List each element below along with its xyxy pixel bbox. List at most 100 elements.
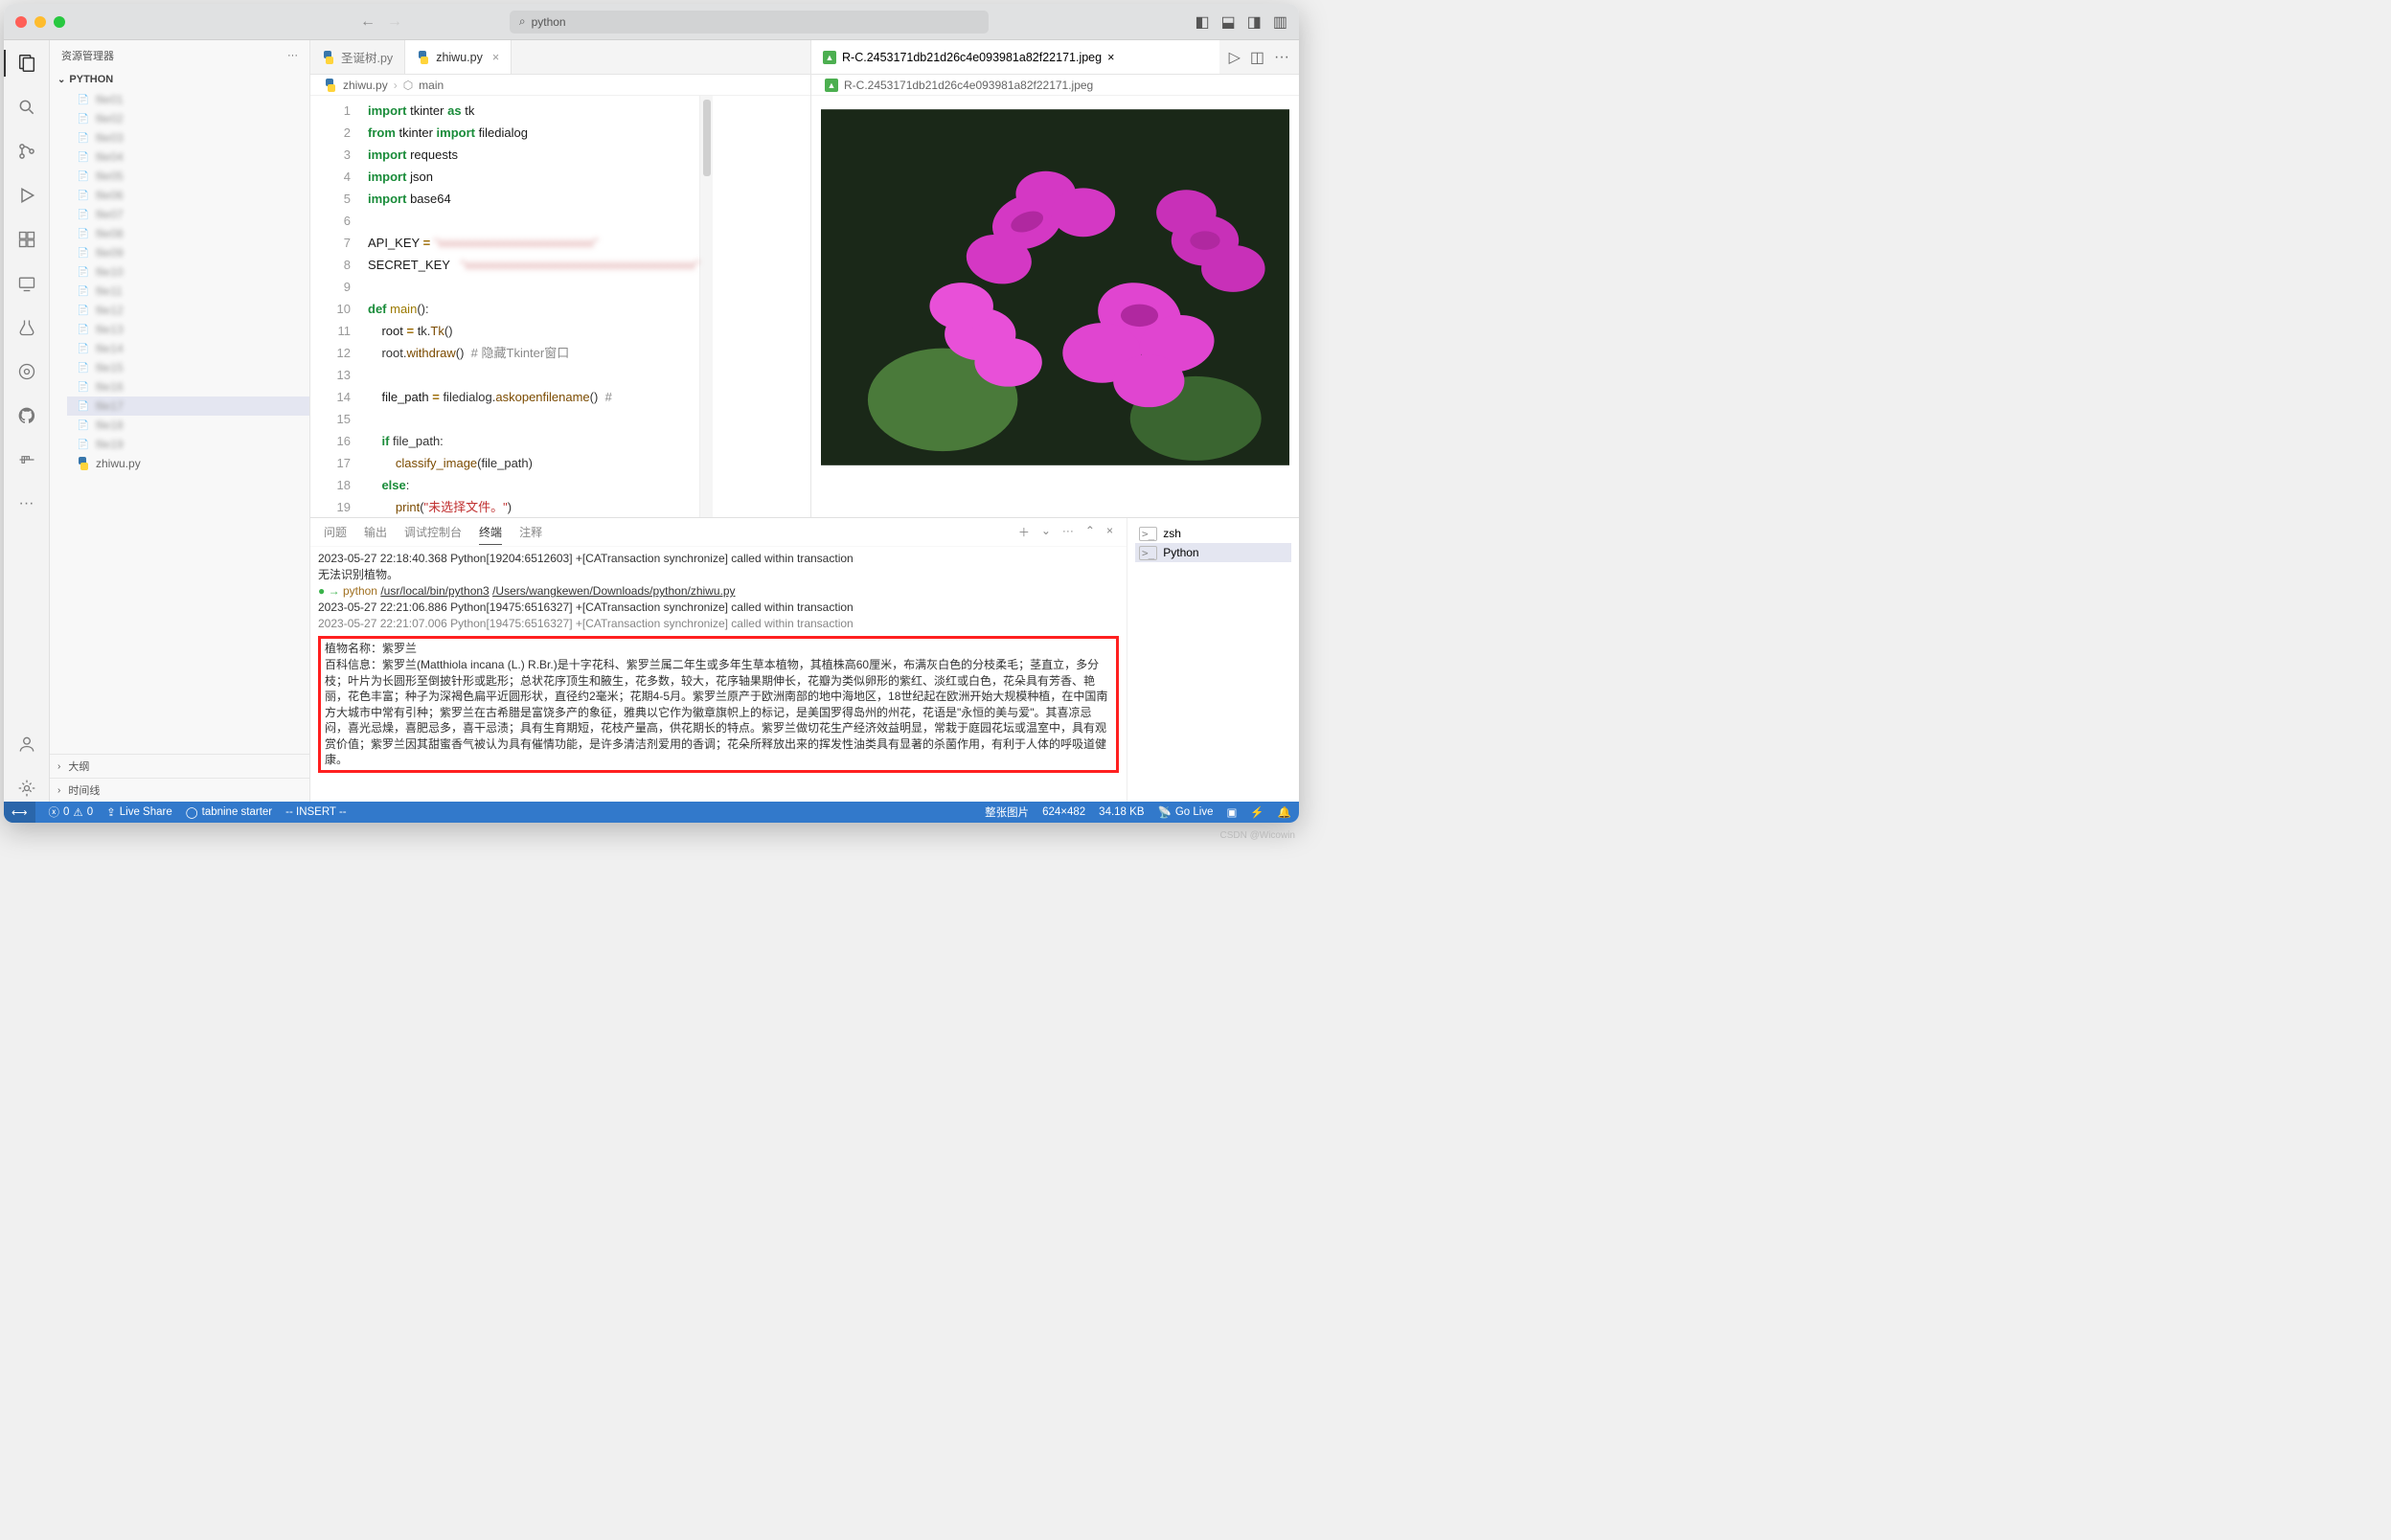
maximize-panel-icon[interactable]: ⌃: [1085, 524, 1095, 540]
nav-forward-icon[interactable]: →: [387, 13, 402, 31]
source-control-icon[interactable]: [13, 138, 40, 165]
explorer-folder-header[interactable]: ⌄ PYTHON: [50, 71, 309, 88]
panel-tab[interactable]: 终端: [479, 520, 502, 545]
preview-breadcrumb[interactable]: ▲ R-C.2453171db21d26c4e093981a82f22171.j…: [811, 75, 1299, 96]
nav-back-icon[interactable]: ←: [360, 13, 376, 31]
panel-more-icon[interactable]: ···: [1062, 524, 1074, 540]
github-icon[interactable]: [13, 402, 40, 429]
sidebar-more-icon[interactable]: ···: [287, 50, 298, 61]
accounts-icon[interactable]: [13, 731, 40, 758]
layout-panel-icon[interactable]: ⬓: [1221, 12, 1236, 32]
code-line[interactable]: if file_path:: [368, 430, 699, 452]
remote-explorer-icon[interactable]: [13, 270, 40, 297]
file-tree-item[interactable]: 📄file17: [67, 396, 309, 416]
close-icon[interactable]: ×: [1107, 51, 1114, 64]
layout-customize-icon[interactable]: ▥: [1273, 12, 1287, 32]
search-activity-icon[interactable]: [13, 94, 40, 121]
explorer-icon[interactable]: [13, 50, 40, 77]
close-window-button[interactable]: [15, 16, 27, 28]
close-tab-icon[interactable]: ×: [492, 51, 499, 64]
timeline-section[interactable]: ›时间线: [50, 778, 309, 802]
file-tree-item[interactable]: 📄file10: [67, 262, 309, 282]
gitlens-icon[interactable]: [13, 358, 40, 385]
code-line[interactable]: SECRET_KEY "xxxxxxxxxxxxxxxxxxxxxxxxxxxx…: [368, 254, 699, 276]
panel-tab[interactable]: 注释: [519, 520, 542, 545]
close-panel-icon[interactable]: ×: [1106, 524, 1113, 540]
terminal-instance[interactable]: >_Python: [1135, 543, 1291, 562]
file-tree-item[interactable]: 📄file09: [67, 243, 309, 262]
layout-sidebar-right-icon[interactable]: ◨: [1247, 12, 1262, 32]
tabnine-icon[interactable]: ▣: [1226, 805, 1237, 819]
remote-indicator[interactable]: ⟷: [4, 802, 35, 823]
file-tree-item[interactable]: 📄file05: [67, 167, 309, 186]
split-editor-icon[interactable]: ◫: [1250, 48, 1264, 67]
code-line[interactable]: import base64: [368, 188, 699, 210]
file-tree-item[interactable]: zhiwu.py: [67, 454, 309, 473]
live-share-status[interactable]: ⇪ Live Share: [106, 805, 172, 819]
code-line[interactable]: from tkinter import filedialog: [368, 122, 699, 144]
code-line[interactable]: classify_image(file_path): [368, 452, 699, 474]
code-line[interactable]: root.withdraw() # 隐藏Tkinter窗口: [368, 342, 699, 364]
editor-tab[interactable]: zhiwu.py×: [405, 40, 512, 74]
terminal[interactable]: 2023-05-27 22:18:40.368 Python[19204:651…: [310, 547, 1127, 802]
code-line[interactable]: file_path = filedialog.askopenfilename()…: [368, 386, 699, 408]
image-preview[interactable]: [811, 96, 1299, 517]
code-line[interactable]: [368, 408, 699, 430]
file-tree-item[interactable]: 📄file04: [67, 147, 309, 167]
code-line[interactable]: API_KEY = "xxxxxxxxxxxxxxxxxxxxxxxxx": [368, 232, 699, 254]
maximize-window-button[interactable]: [54, 16, 65, 28]
file-tree-item[interactable]: 📄file08: [67, 224, 309, 243]
code-line[interactable]: [368, 276, 699, 298]
run-debug-icon[interactable]: [13, 182, 40, 209]
preview-tab[interactable]: ▲ R-C.2453171db21d26c4e093981a82f22171.j…: [811, 40, 1219, 74]
code-line[interactable]: else:: [368, 474, 699, 496]
file-tree-item[interactable]: 📄file03: [67, 128, 309, 147]
go-live-status[interactable]: 📡 Go Live: [1158, 805, 1214, 819]
file-tree-item[interactable]: 📄file16: [67, 377, 309, 396]
file-tree-item[interactable]: 📄file18: [67, 416, 309, 435]
file-tree-item[interactable]: 📄file13: [67, 320, 309, 339]
extensions-icon[interactable]: [13, 226, 40, 253]
testing-icon[interactable]: [13, 314, 40, 341]
panel-tab[interactable]: 输出: [364, 520, 387, 545]
run-icon[interactable]: ▷: [1229, 48, 1241, 67]
prettier-status-icon[interactable]: ⚡: [1250, 805, 1264, 819]
terminal-dropdown-icon[interactable]: ⌄: [1041, 524, 1051, 540]
code-line[interactable]: print("未选择文件。"): [368, 496, 699, 517]
file-tree-item[interactable]: 📄file11: [67, 282, 309, 301]
file-tree-item[interactable]: 📄file15: [67, 358, 309, 377]
editor-tab[interactable]: 圣诞树.py: [310, 40, 405, 74]
breadcrumb[interactable]: zhiwu.py › ⬡ main: [310, 75, 810, 96]
file-tree-item[interactable]: 📄file14: [67, 339, 309, 358]
file-tree-item[interactable]: 📄file06: [67, 186, 309, 205]
code-editor[interactable]: 12345678910111213141516171819 import tki…: [310, 96, 810, 517]
file-tree-item[interactable]: 📄file02: [67, 109, 309, 128]
file-tree-item[interactable]: 📄file01: [67, 90, 309, 109]
code-line[interactable]: import requests: [368, 144, 699, 166]
minimize-window-button[interactable]: [34, 16, 46, 28]
code-line[interactable]: import tkinter as tk: [368, 100, 699, 122]
file-tree-item[interactable]: 📄file19: [67, 435, 309, 454]
terminal-instance[interactable]: >_zsh: [1135, 524, 1291, 543]
panel-tab[interactable]: 调试控制台: [404, 520, 462, 545]
code-line[interactable]: [368, 210, 699, 232]
notifications-icon[interactable]: 🔔: [1278, 805, 1291, 819]
more-icon[interactable]: ···: [13, 490, 40, 517]
file-tree-item[interactable]: 📄file07: [67, 205, 309, 224]
layout-sidebar-left-icon[interactable]: ◧: [1195, 12, 1209, 32]
code-line[interactable]: def main():: [368, 298, 699, 320]
tabnine-status[interactable]: ◯ tabnine starter: [186, 805, 272, 819]
new-terminal-icon[interactable]: ＋: [1018, 524, 1030, 540]
editor-more-icon[interactable]: ···: [1274, 49, 1289, 66]
docker-icon[interactable]: [13, 446, 40, 473]
code-line[interactable]: root = tk.Tk(): [368, 320, 699, 342]
minimap[interactable]: [699, 96, 713, 517]
file-tree-item[interactable]: 📄file12: [67, 301, 309, 320]
panel-tab[interactable]: 问题: [324, 520, 347, 545]
command-center[interactable]: ⌕ python: [510, 11, 989, 34]
problems-status[interactable]: ⓧ 0 ⚠ 0: [49, 804, 94, 820]
code-line[interactable]: [368, 364, 699, 386]
settings-gear-icon[interactable]: [13, 775, 40, 802]
code-line[interactable]: import json: [368, 166, 699, 188]
outline-section[interactable]: ›大纲: [50, 754, 309, 778]
